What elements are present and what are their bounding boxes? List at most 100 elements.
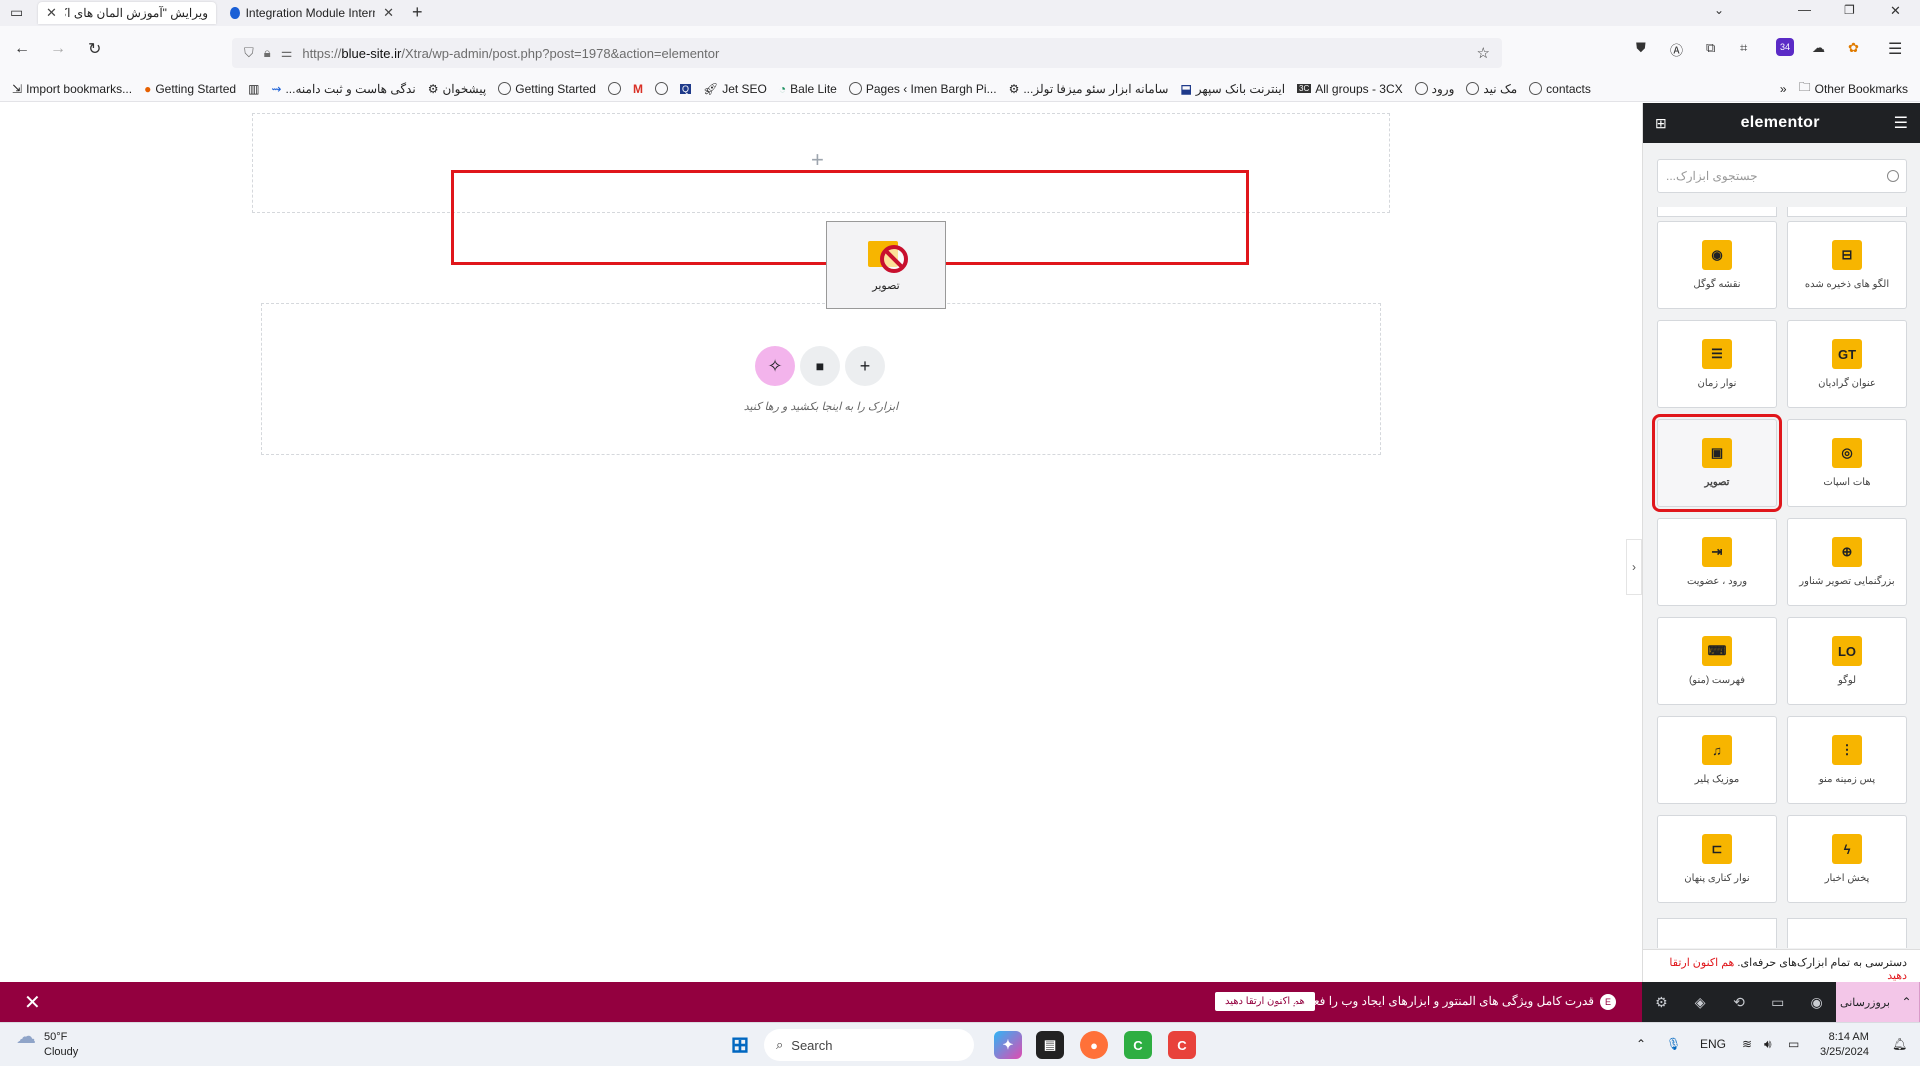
responsive-mode-icon[interactable]: ▭ [1758,994,1797,1011]
add-container-button[interactable]: + [845,346,885,386]
vpn-icon[interactable]: ☁ [1812,40,1825,56]
volume-icon[interactable]: 🔊︎ [1764,1037,1772,1052]
dragged-image-widget[interactable]: تصویر [826,221,946,309]
copilot-icon[interactable]: ✦ [994,1031,1022,1059]
windows-start-icon[interactable]: ⊞ [726,1031,754,1059]
system-clock[interactable]: 8:14 AM 3/25/2024 [1820,1030,1869,1060]
bookmark-star-icon[interactable]: ☆ [1477,44,1490,62]
tab-list-icon[interactable]: ▭ [10,4,23,21]
bookmarks-overflow[interactable]: » [1780,82,1787,96]
addon-icon[interactable]: ✿ [1848,40,1859,56]
bookmark-seo-tools[interactable]: ⚙ ...سامانه ابزار سئو میزفا تولز [1009,82,1169,96]
forward-icon[interactable]: → [50,40,66,58]
widget-tile[interactable]: ⌨ فهرست (منو) [1657,617,1777,705]
camtasia-red-icon[interactable]: C [1168,1031,1196,1059]
close-icon[interactable]: ✕ [24,990,41,1015]
microphone-icon[interactable]: 🎙︎ [1666,1037,1681,1051]
bookmark-dashboard[interactable]: ⚙ پیشخوان [428,82,487,96]
bookmark-globe-2[interactable] [654,82,668,95]
battery-icon[interactable]: ▭ [1788,1037,1799,1051]
weather-widget[interactable]: ☁ 50°F Cloudy [16,1027,78,1060]
bookmark-mac[interactable]: مک نید [1466,82,1517,96]
file-explorer-icon[interactable]: ▤ [1036,1031,1064,1059]
list-all-tabs-icon[interactable]: ⌄ [1714,3,1724,17]
hamburger-menu-icon[interactable]: ☰ [1894,113,1908,133]
widget-tile[interactable]: LO لوگو [1787,617,1907,705]
bookmark-jet-seo[interactable]: 🚀︎ Jet SEO [703,82,767,96]
taskbar-search[interactable]: ⌕ Search [764,1029,974,1061]
widget-tile[interactable]: ☰ نوار زمان [1657,320,1777,408]
shield-icon[interactable]: ⛉ [244,45,254,61]
menu-background-icon: ⋮ [1832,735,1862,765]
crop-icon[interactable]: ⌗ [1740,40,1747,56]
tab-close-icon[interactable]: ✕ [46,5,57,21]
bookmark-contacts[interactable]: contacts [1529,82,1591,96]
permissions-icon[interactable]: ⚌ [281,45,293,61]
maximize-icon[interactable]: ❐ [1844,3,1855,17]
reload-icon[interactable]: ↻ [88,39,101,59]
back-icon[interactable]: ← [14,40,30,58]
template-library-button[interactable]: ■ [800,346,840,386]
tab-elementor-edit[interactable]: ویرایش "آموزش المان های اکسترا ـ... ✕ [38,2,216,24]
widget-tile[interactable]: ◉ نقشه گوگل [1657,221,1777,309]
preview-eye-icon[interactable]: ◉ [1797,994,1836,1011]
widget-label: تصویر [1704,477,1730,488]
widget-tile[interactable]: ⋮ پس زمینه منو [1787,716,1907,804]
bookmark-host[interactable]: ⇝ ...ندگی هاست و ثبت دامنه [271,82,415,96]
window-close-icon[interactable]: ✕ [1890,3,1901,19]
widget-tile[interactable]: ⊕ بزرگنمایی تصویر شناور [1787,518,1907,606]
bookmark-site[interactable]: ▥ [248,82,259,96]
app-menu-icon[interactable]: ☰ [1888,39,1902,59]
new-tab-icon[interactable]: + [412,2,423,23]
history-icon[interactable]: ⟲ [1720,994,1759,1011]
extension-badge-icon[interactable]: 34 [1776,38,1794,56]
extensions-icon[interactable]: ⧉ [1706,40,1715,56]
firefox-taskbar-icon[interactable]: ● [1080,1031,1108,1059]
bookmark-globe-1[interactable] [607,82,621,95]
widget-tile[interactable]: ◎ هات اسپات [1787,419,1907,507]
chevron-up-icon[interactable]: ⌃ [1893,982,1920,1022]
other-bookmarks[interactable]: 🗀︎ Other Bookmarks [1799,78,1908,99]
tab-close-icon[interactable]: ✕ [383,5,394,21]
bookmark-login[interactable]: ورود [1414,82,1454,96]
bookmark-bale-lite[interactable]: ◔ Bale Lite [779,82,837,96]
notification-bell-icon[interactable]: 🔔︎ [1892,1037,1907,1051]
widget-tile[interactable]: ⇥ ورود ، عضویت [1657,518,1777,606]
widget-tile[interactable]: ♫ موزیک پلیر [1657,716,1777,804]
elementor-logo: elementor [1740,114,1820,131]
address-bar[interactable]: ⛉ 🔒︎ ⚌ https://blue-site.ir/Xtra/wp-admi… [232,38,1502,68]
navigator-icon[interactable]: ◈ [1681,994,1720,1011]
bookmark-gmail[interactable]: M [633,82,643,96]
widget-tile[interactable]: ϟ پخش اخبار [1787,815,1907,903]
bookmark-sepehr[interactable]: ⬓ اینترنت بانک سپهر [1180,82,1285,96]
widget-search-input[interactable]: جستجوی ابزارک... [1657,159,1907,193]
widget-partial-row [1787,207,1907,217]
widgets-grid-icon[interactable]: ⊞ [1655,115,1667,132]
browser-nav-bar: ← → ↻ ⛉ 🔒︎ ⚌ https://blue-site.ir/Xtra/w… [0,26,1920,82]
language-indicator[interactable]: ENG [1700,1037,1726,1051]
panel-collapse-handle[interactable]: › [1626,539,1642,595]
camtasia-green-icon[interactable]: C [1124,1031,1152,1059]
bookmark-getting-started-2[interactable]: Getting Started [498,82,596,96]
widget-tile[interactable]: ⊐ نوار کناری پنهان [1657,815,1777,903]
wifi-icon[interactable]: ≋ [1742,1037,1752,1051]
widget-tile[interactable]: ▣ تصویر [1652,414,1782,512]
widget-label: پخش اخبار [1824,873,1870,884]
ai-button[interactable]: ✧ [755,346,795,386]
bookmark-import[interactable]: ⇲ Import bookmarks... [12,82,132,96]
minimize-icon[interactable]: — [1798,2,1811,17]
bookmark-3cx[interactable]: 3C All groups - 3CX [1297,82,1403,96]
widget-tile[interactable]: ⊟ الگو های ذخیره شده [1787,221,1907,309]
widget-tile[interactable]: GT عنوان گرادیان [1787,320,1907,408]
bookmark-pages[interactable]: Pages ‹ Imen Bargh Pi... [848,82,997,96]
update-button[interactable]: بروزرسانی [1835,982,1894,1022]
account-icon[interactable]: Ⓐ [1670,40,1683,59]
settings-icon[interactable]: ⚙ [1642,994,1681,1011]
tray-overflow-icon[interactable]: ⌃ [1636,1037,1646,1051]
pocket-icon[interactable]: ⛊ [1636,40,1646,56]
tab-integration-module[interactable]: Integration Module Internet Do ✕ [222,2,402,24]
drop-hint-text: ابزارک را به اینجا بکشید و رها کنید [743,401,899,413]
bookmark-getting-started[interactable]: ● Getting Started [144,82,236,96]
bookmark-q[interactable]: Q [679,83,691,94]
lock-icon[interactable]: 🔒︎ [264,45,271,61]
